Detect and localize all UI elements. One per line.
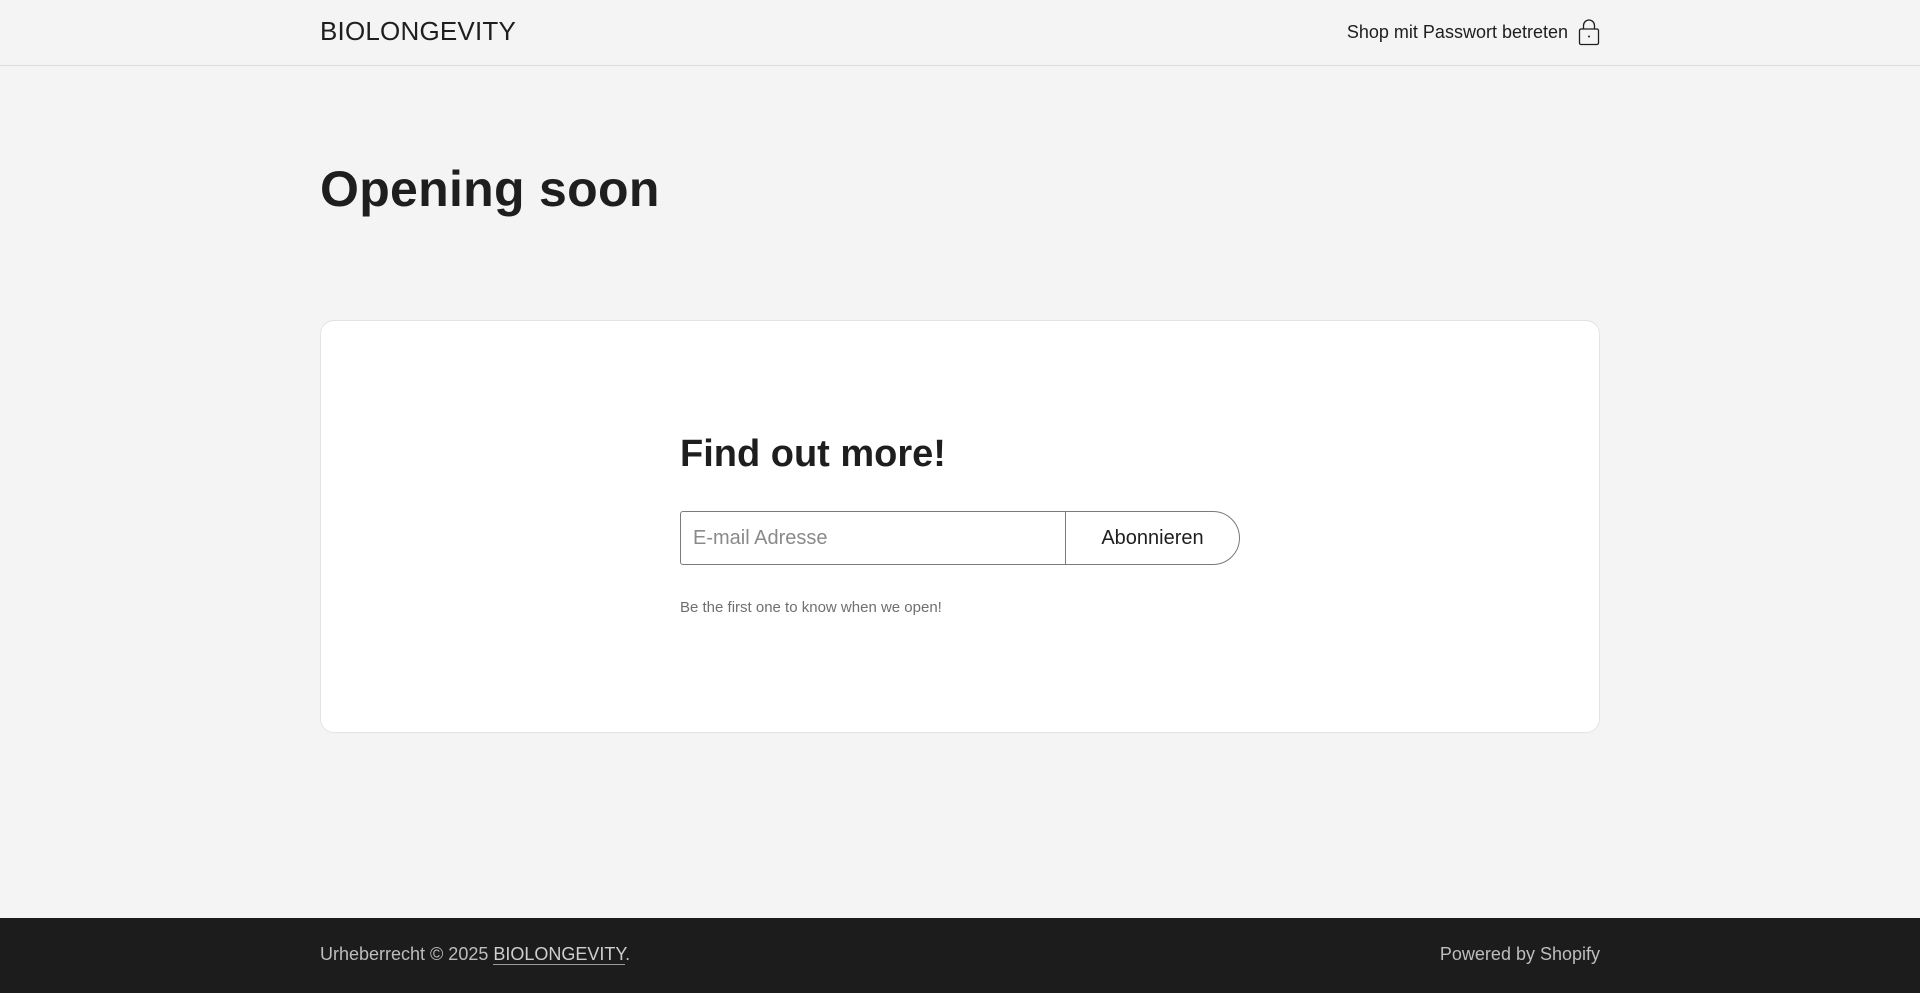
enter-with-password-link[interactable]: Shop mit Passwort betreten [1347, 18, 1600, 46]
copyright-prefix: Urheberrecht © 2025 [320, 944, 494, 964]
lock-icon [1578, 18, 1600, 46]
newsletter-card: Find out more! Abonnieren Be the first o… [320, 320, 1600, 733]
newsletter-note: Be the first one to know when we open! [680, 599, 942, 616]
brand-logo[interactable]: BIOLONGEVITY [320, 16, 516, 47]
newsletter-form: Abonnieren [680, 511, 1240, 565]
header: BIOLONGEVITY Shop mit Passwort betreten [0, 0, 1920, 66]
copyright: Urheberrecht © 2025 BIOLONGEVITY. [320, 944, 630, 965]
password-link-label: Shop mit Passwort betreten [1346, 21, 1568, 42]
subscribe-button[interactable]: Abonnieren [1065, 511, 1240, 565]
powered-by-shopify-link[interactable]: Powered by Shopify [1440, 944, 1600, 965]
copyright-brand-link[interactable]: BIOLONGEVITY [493, 944, 626, 965]
page: BIOLONGEVITY Shop mit Passwort betreten … [0, 0, 1920, 993]
footer: Urheberrecht © 2025 BIOLONGEVITY. Powere… [0, 918, 1920, 993]
newsletter-title: Find out more! [680, 433, 946, 475]
email-input[interactable] [680, 511, 1065, 565]
copyright-suffix: . [625, 944, 631, 964]
page-title: Opening soon [320, 161, 660, 217]
